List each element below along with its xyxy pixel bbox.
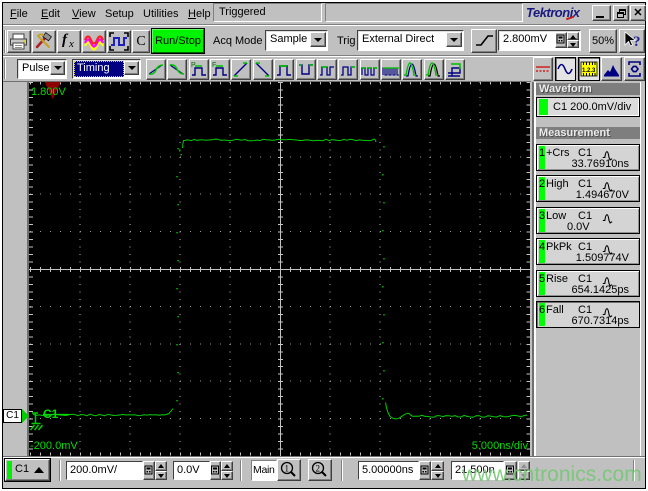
svg-text:-200.0mV: -200.0mV — [30, 440, 78, 452]
svg-text:2: 2 — [316, 464, 321, 474]
svg-text:1: 1 — [285, 464, 290, 474]
svg-text:?: ? — [633, 34, 641, 50]
svg-text:1.2.3: 1.2.3 — [582, 68, 596, 74]
svg-text:1.800V: 1.800V — [31, 86, 67, 98]
svg-text:5.000ns/div: 5.000ns/div — [472, 440, 529, 452]
